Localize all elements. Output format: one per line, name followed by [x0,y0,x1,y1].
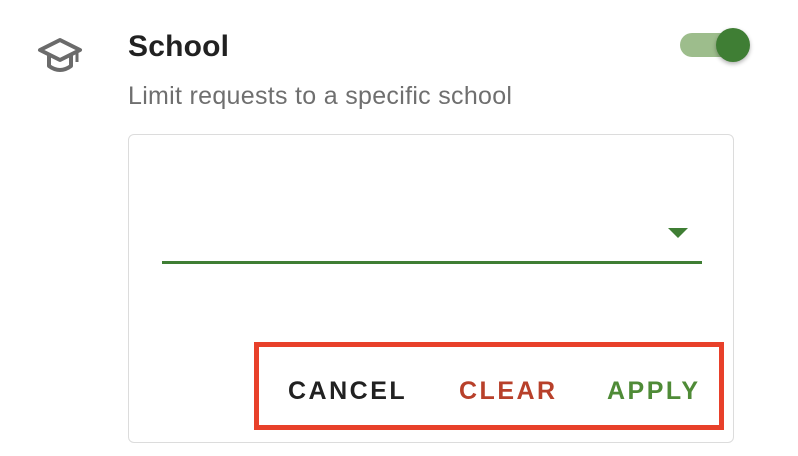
apply-button[interactable]: APPLY [607,376,701,406]
cancel-button[interactable]: CANCEL [288,376,407,406]
filter-subtitle: Limit requests to a specific school [128,82,513,110]
select-underline [162,261,702,264]
filter-title: School [128,30,230,63]
school-filter-toggle[interactable] [680,28,752,62]
graduation-cap-icon [37,36,83,76]
toggle-thumb [716,28,750,62]
school-select[interactable] [162,200,702,266]
dropdown-arrow-icon [668,228,688,238]
clear-button[interactable]: CLEAR [459,376,558,406]
school-filter-page: School Limit requests to a specific scho… [0,0,798,456]
